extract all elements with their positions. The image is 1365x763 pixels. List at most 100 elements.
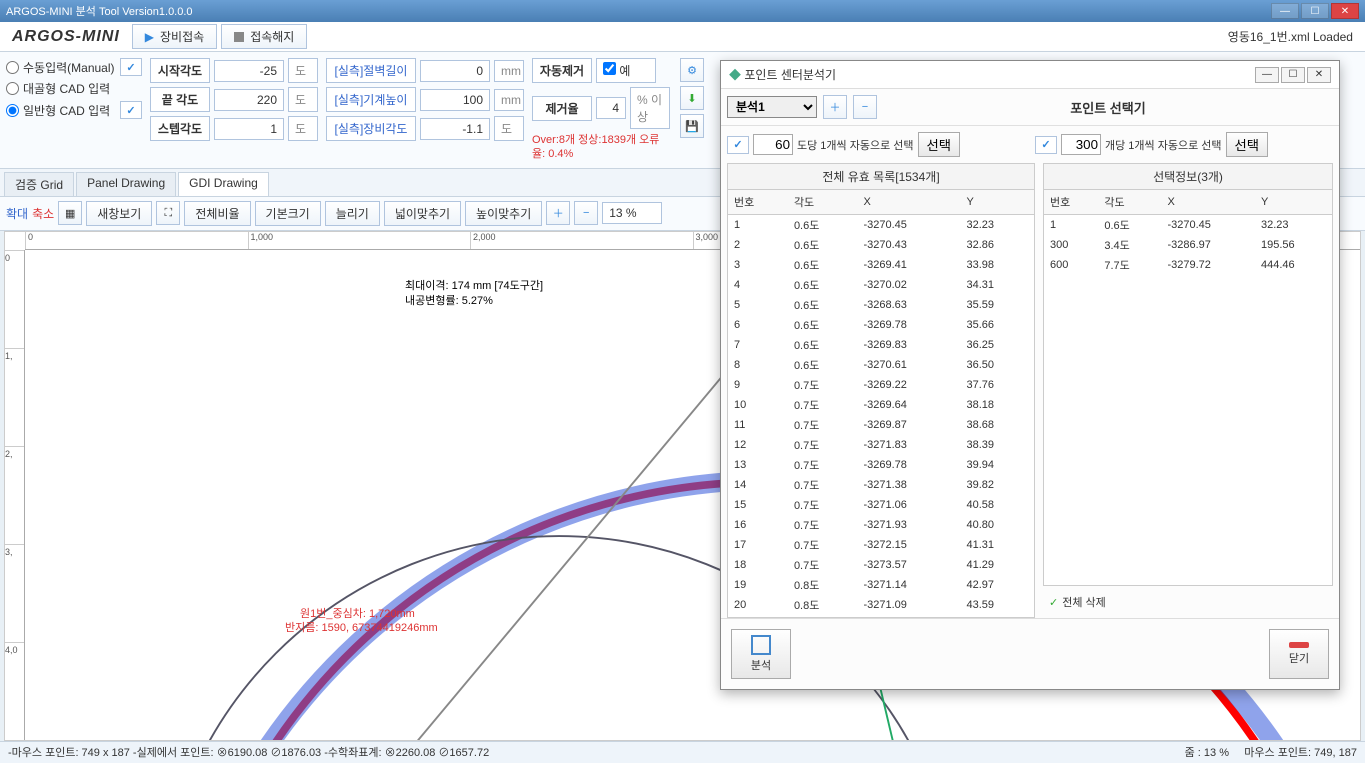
check-icon[interactable]: ✓ — [120, 101, 142, 119]
window-titlebar: ARGOS-MINI 분석 Tool Version1.0.0.0 — ☐ ✕ — [0, 0, 1365, 22]
minus-icon[interactable]: − — [574, 201, 598, 225]
step-angle-value[interactable]: 1 — [214, 118, 284, 140]
cut-length-value[interactable]: 0 — [420, 60, 490, 82]
download-icon-button[interactable]: ⬇ — [680, 86, 704, 110]
add-icon-button[interactable]: ＋ — [823, 95, 847, 119]
minimize-button[interactable]: — — [1271, 3, 1299, 19]
selection-table: 번호각도XY 10.6도-3270.4532.233003.4도-3286.97… — [1044, 190, 1332, 275]
table-row[interactable]: 6007.7도-3279.72444.46 — [1044, 255, 1332, 275]
device-angle-value[interactable]: -1.1 — [420, 118, 490, 140]
device-angle-label: [실측]장비각도 — [326, 116, 416, 141]
valid-list-panel: 전체 유효 목록[1534개] 번호각도XY 10.6도-3270.4532.2… — [727, 163, 1035, 618]
select-button-2[interactable]: 선택 — [1226, 132, 1269, 157]
analyze-button[interactable]: 분석 — [731, 629, 791, 679]
fit-all-button[interactable]: 전체비율 — [184, 201, 250, 226]
stop-icon — [234, 32, 244, 42]
check-icon[interactable]: ✓ — [727, 136, 749, 154]
fit-height-button[interactable]: 높이맞추기 — [465, 201, 542, 226]
table-row[interactable]: 190.8도-3271.1442.97 — [728, 575, 1034, 595]
end-angle-value[interactable]: 220 — [214, 89, 284, 111]
table-row[interactable]: 180.7도-3273.5741.29 — [728, 555, 1034, 575]
delete-all-button[interactable]: ✓ 전체 삭제 — [1043, 592, 1333, 612]
table-row[interactable]: 130.7도-3269.7839.94 — [728, 455, 1034, 475]
analysis-dropdown[interactable]: 분석1 — [727, 96, 817, 118]
table-row[interactable]: 100.7도-3269.6438.18 — [728, 395, 1034, 415]
table-row[interactable]: 120.7도-3271.8338.39 — [728, 435, 1034, 455]
selection-scroll[interactable]: 번호각도XY 10.6도-3270.4532.233003.4도-3286.97… — [1044, 190, 1332, 585]
valid-list-table: 번호각도XY 10.6도-3270.4532.2320.6도-3270.4332… — [728, 190, 1034, 617]
table-row[interactable]: 60.6도-3269.7835.66 — [728, 315, 1034, 335]
table-row[interactable]: 40.6도-3270.0234.31 — [728, 275, 1034, 295]
grid-icon[interactable]: ▦ — [58, 201, 82, 225]
plus-icon[interactable]: ＋ — [546, 201, 570, 225]
connect-button[interactable]: ▶ 장비접속 — [132, 24, 217, 49]
table-row[interactable]: 10.6도-3270.4532.23 — [728, 215, 1034, 236]
remove-icon-button[interactable]: − — [853, 95, 877, 119]
start-angle-value[interactable]: -25 — [214, 60, 284, 82]
play-icon: ▶ — [145, 30, 154, 44]
loaded-file-label: 영동16_1번.xml Loaded — [1228, 28, 1365, 45]
table-row[interactable]: 160.7도-3271.9340.80 — [728, 515, 1034, 535]
table-row[interactable]: 140.7도-3271.3839.82 — [728, 475, 1034, 495]
selection-panel: 선택정보(3개) 번호각도XY 10.6도-3270.4532.233003.4… — [1043, 163, 1333, 586]
remove-rate-value[interactable]: 4 — [596, 97, 626, 119]
tab-gdi-drawing[interactable]: GDI Drawing — [178, 172, 269, 196]
radio-cad-bone[interactable]: 대골형 CAD 입력 — [6, 80, 116, 97]
check-icon[interactable]: ✓ — [120, 58, 142, 76]
dialog-minimize-button[interactable]: — — [1255, 67, 1279, 83]
radio-cad-general[interactable]: 일반형 CAD 입력 — [6, 102, 116, 119]
dialog-maximize-button[interactable]: ☐ — [1281, 67, 1305, 83]
machine-height-value[interactable]: 100 — [420, 89, 490, 111]
tab-verify-grid[interactable]: 검증 Grid — [4, 172, 74, 196]
disconnect-button[interactable]: 접속해지 — [221, 24, 307, 49]
radio-manual[interactable]: 수동입력(Manual) — [6, 59, 116, 76]
auto-remove-label: 자동제거 — [532, 58, 592, 83]
step-angle-label: 스텝각도 — [150, 116, 210, 141]
table-row[interactable]: 150.7도-3271.0640.58 — [728, 495, 1034, 515]
cut-length-label: [실측]절벽길이 — [326, 58, 416, 83]
table-row[interactable]: 30.6도-3269.4133.98 — [728, 255, 1034, 275]
stretch-button[interactable]: 늘리기 — [325, 201, 380, 226]
fit-width-button[interactable]: 넓이맞추기 — [384, 201, 461, 226]
table-row[interactable]: 50.6도-3268.6335.59 — [728, 295, 1034, 315]
refresh-button[interactable]: 새창보기 — [86, 201, 152, 226]
fit-icon[interactable]: ⛶ — [156, 201, 180, 225]
dialog-titlebar[interactable]: ◆ 포인트 센터분석기 — ☐ ✕ — [721, 61, 1339, 89]
per-degree-input[interactable] — [753, 134, 793, 155]
table-row[interactable]: 90.7도-3269.2237.76 — [728, 375, 1034, 395]
table-row[interactable]: 80.6도-3270.6136.50 — [728, 355, 1034, 375]
annotation-deform-rate: 내공변형률: 5.27% — [405, 292, 493, 308]
gear-icon-button[interactable]: ⚙ — [680, 58, 704, 82]
select-button-1[interactable]: 선택 — [918, 132, 961, 157]
table-row[interactable]: 170.7도-3272.1541.31 — [728, 535, 1034, 555]
app-header: ARGOS-MINI ▶ 장비접속 접속해지 영동16_1번.xml Loade… — [0, 22, 1365, 52]
save-icon-button[interactable]: 💾 — [680, 114, 704, 138]
close-dialog-button[interactable]: 닫기 — [1269, 629, 1329, 679]
table-row[interactable]: 70.6도-3269.8336.25 — [728, 335, 1034, 355]
table-row[interactable]: 20.6도-3270.4332.86 — [728, 235, 1034, 255]
dialog-close-button[interactable]: ✕ — [1307, 67, 1331, 83]
window-title-text: ARGOS-MINI 분석 Tool Version1.0.0.0 — [6, 3, 193, 19]
table-row[interactable]: 3003.4도-3286.97195.56 — [1044, 235, 1332, 255]
ruler-vertical: 01,2,3,4,0 — [5, 250, 25, 740]
zoom-out-button[interactable]: 축소 — [32, 205, 54, 222]
table-row[interactable]: 210.8도-3271.3144.10 — [728, 615, 1034, 617]
per-count-input[interactable] — [1061, 134, 1101, 155]
status-mouse: 마우스 포인트: 749, 187 — [1244, 747, 1357, 759]
table-row[interactable]: 200.8도-3271.0943.59 — [728, 595, 1034, 615]
tab-panel-drawing[interactable]: Panel Drawing — [76, 172, 176, 196]
end-angle-label: 끝 각도 — [150, 87, 210, 112]
check-icon[interactable]: ✓ — [1035, 136, 1057, 154]
point-selector-heading: 포인트 선택기 — [883, 98, 1333, 117]
close-button[interactable]: ✕ — [1331, 3, 1359, 19]
table-row[interactable]: 10.6도-3270.4532.23 — [1044, 215, 1332, 236]
valid-list-scroll[interactable]: 번호각도XY 10.6도-3270.4532.2320.6도-3270.4332… — [728, 190, 1034, 617]
zoom-in-button[interactable]: 확대 — [6, 205, 28, 222]
valid-list-header: 전체 유효 목록[1534개] — [728, 164, 1034, 190]
table-row[interactable]: 110.7도-3269.8738.68 — [728, 415, 1034, 435]
auto-remove-checkbox[interactable]: 예 — [596, 58, 656, 83]
maximize-button[interactable]: ☐ — [1301, 3, 1329, 19]
status-zoom: 줌 : 13 % — [1185, 747, 1229, 759]
base-size-button[interactable]: 기본크기 — [255, 201, 321, 226]
point-analyzer-dialog: ◆ 포인트 센터분석기 — ☐ ✕ 분석1 ＋ − 포인트 선택기 ✓ 도당 1… — [720, 60, 1340, 690]
